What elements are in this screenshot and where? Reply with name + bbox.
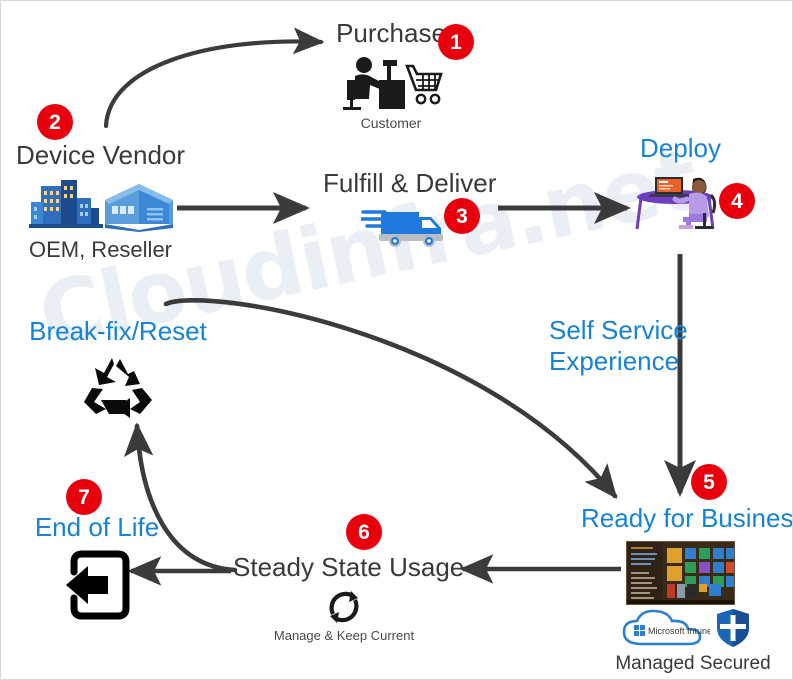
arrow-breakfix-to-ready bbox=[163, 298, 618, 499]
break-fix-reset-label: Break-fix/Reset bbox=[29, 316, 207, 346]
customer-shopping-icon bbox=[339, 54, 443, 111]
windows-start-screenshot bbox=[626, 541, 735, 605]
node-deploy[interactable]: Deploy bbox=[623, 133, 738, 231]
badge-4: 4 bbox=[719, 183, 755, 219]
sync-refresh-icon bbox=[324, 589, 364, 625]
delivery-truck-icon bbox=[361, 202, 457, 248]
purchase-sublabel: Customer bbox=[360, 115, 422, 132]
arrow-vendor-to-purchase bbox=[103, 27, 325, 129]
end-of-life-label: End of Life bbox=[34, 512, 160, 542]
purchase-label: Purchase bbox=[336, 18, 446, 48]
node-steady-state-usage[interactable]: Steady State Usage Manage & Keep Current bbox=[233, 552, 465, 644]
self-service-experience-label: Self Service Experience bbox=[549, 315, 688, 377]
badge-3: 3 bbox=[444, 198, 480, 234]
device-vendor-sublabel: OEM, Reseller bbox=[28, 237, 173, 263]
node-purchase[interactable]: Purchase Customer bbox=[331, 18, 451, 132]
badge-1: 1 bbox=[438, 24, 474, 60]
badge-7: 7 bbox=[66, 479, 102, 515]
start-taskbar bbox=[627, 600, 734, 604]
badge-6: 6 bbox=[346, 514, 382, 550]
oem-reseller-buildings-icon bbox=[27, 178, 175, 233]
node-device-vendor[interactable]: Device Vendor OEM, Reseller bbox=[13, 140, 188, 263]
intune-logo-text: Microsoft Intune bbox=[648, 626, 710, 636]
self-service-line-2: Experience bbox=[549, 346, 680, 377]
device-vendor-label: Device Vendor bbox=[15, 140, 186, 170]
steady-state-usage-label: Steady State Usage bbox=[233, 552, 465, 582]
person-at-desk-laptop-icon bbox=[631, 167, 731, 231]
steady-state-usage-sublabel: Manage & Keep Current bbox=[273, 628, 415, 644]
intune-cloud-logo: Microsoft Intune bbox=[618, 607, 710, 649]
ready-for-business-label: Ready for Business bbox=[581, 503, 793, 533]
fulfill-deliver-label: Fulfill & Deliver bbox=[323, 168, 497, 198]
exit-arrow-icon bbox=[60, 550, 134, 620]
badge-2: 2 bbox=[37, 104, 73, 140]
node-break-fix-reset[interactable]: Break-fix/Reset bbox=[23, 316, 213, 420]
defender-shield-icon bbox=[716, 608, 750, 648]
recycle-icon bbox=[82, 354, 154, 420]
badge-5: 5 bbox=[691, 464, 727, 500]
node-ready-for-business[interactable]: Ready for Business bbox=[581, 503, 793, 533]
managed-secured-label: Managed Secured bbox=[615, 653, 771, 674]
self-service-line-1: Self Service bbox=[549, 315, 688, 345]
diagram-canvas: Cloudinfra.net Purchase Customer 1 Devic… bbox=[0, 0, 793, 680]
deploy-label: Deploy bbox=[640, 133, 721, 163]
node-end-of-life[interactable]: End of Life bbox=[19, 512, 175, 620]
